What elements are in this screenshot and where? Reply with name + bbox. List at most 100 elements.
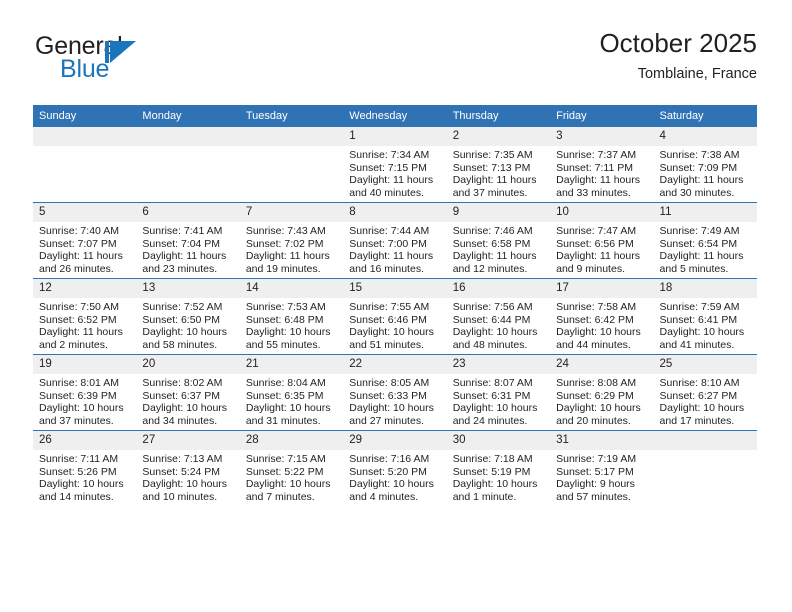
- day-sun-info: Sunrise: 7:11 AM Sunset: 5:26 PM Daylight:…: [33, 450, 136, 503]
- daylight-text-line1: Daylight: 10 hours: [245, 478, 331, 491]
- day-number: 30: [446, 431, 551, 450]
- daylight-text-line1: Daylight: 10 hours: [452, 326, 538, 339]
- title-block: October 2025 Tomblaine, France: [599, 28, 757, 84]
- daylight-text-line2: and 2 minutes.: [39, 338, 108, 351]
- calendar-week-row: 5 Sunrise: 7:40 AM Sunset: 7:07 PM Daylight…: [33, 202, 757, 279]
- sunset-text: Sunset: 6:46 PM: [349, 313, 427, 326]
- calendar-day-cell[interactable]: 12 Sunrise: 7:50 AM Sunset: 6:52 PM Dayligh…: [33, 278, 137, 355]
- calendar-header-row: Sunday Monday Tuesday Wednesday Thursday Frid…: [33, 105, 757, 127]
- sunset-text: Sunset: 5:26 PM: [39, 465, 117, 478]
- day-sun-info: Sunrise: 7:53 AM Sunset: 6:48 PM Daylight:…: [240, 298, 343, 351]
- day-sun-info: Sunrise: 7:56 AM Sunset: 6:44 PM Daylight:…: [447, 298, 550, 351]
- sunrise-text: Sunrise: 7:46 AM: [452, 225, 533, 237]
- sunset-text: Sunset: 6:35 PM: [245, 389, 324, 402]
- calendar-day-cell[interactable]: 9 Sunrise: 7:46 AM Sunset: 6:58 PM Daylight…: [446, 202, 551, 279]
- calendar-day-cell[interactable]: 8 Sunrise: 7:44 AM Sunset: 7:00 PM Daylight…: [343, 202, 447, 279]
- calendar-day-cell[interactable]: 11 Sunrise: 7:49 AM Sunset: 6:54 PM Dayligh…: [653, 202, 757, 279]
- day-number: 11: [653, 203, 757, 222]
- sunset-text: Sunset: 6:41 PM: [659, 313, 738, 326]
- calendar-day-cell[interactable]: 27 Sunrise: 7:13 AM Sunset: 5:24 PM Dayligh…: [136, 430, 240, 506]
- calendar-day-cell[interactable]: 28 Sunrise: 7:15 AM Sunset: 5:22 PM Dayligh…: [239, 430, 344, 506]
- calendar-day-cell[interactable]: 2 Sunrise: 7:35 AM Sunset: 7:13 PM Daylight…: [446, 127, 551, 203]
- daylight-text-line1: Daylight: 10 hours: [142, 478, 228, 491]
- daylight-text-line2: and 44 minutes.: [556, 338, 631, 351]
- daylight-text-line2: and 1 minute.: [452, 490, 517, 503]
- daylight-text-line2: and 5 minutes.: [659, 262, 729, 275]
- daylight-text-line1: Daylight: 10 hours: [245, 326, 331, 339]
- sunrise-text: Sunrise: 7:47 AM: [556, 225, 637, 237]
- sunset-text: Sunset: 6:52 PM: [39, 313, 117, 326]
- calendar-day-cell[interactable]: 1 Sunrise: 7:34 AM Sunset: 7:15 PM Daylight…: [343, 127, 447, 203]
- day-number: 24: [550, 355, 654, 374]
- sunrise-text: Sunrise: 8:02 AM: [142, 377, 223, 389]
- calendar-day-cell[interactable]: 10 Sunrise: 7:47 AM Sunset: 6:56 PM Dayligh…: [550, 202, 654, 279]
- calendar-day-cell[interactable]: 21 Sunrise: 8:04 AM Sunset: 6:35 PM Dayligh…: [239, 354, 344, 431]
- calendar-day-cell[interactable]: 19 Sunrise: 8:01 AM Sunset: 6:39 PM Dayligh…: [33, 354, 137, 431]
- weekday-header-friday: Friday: [550, 105, 654, 127]
- day-sun-info: Sunrise: 8:05 AM Sunset: 6:33 PM Daylight:…: [343, 374, 446, 427]
- calendar-day-cell[interactable]: 7 Sunrise: 7:43 AM Sunset: 7:02 PM Daylight…: [239, 202, 344, 279]
- daylight-text-line2: and 23 minutes.: [142, 262, 218, 275]
- weekday-header-monday: Monday: [136, 105, 240, 127]
- day-sun-info: Sunrise: 7:44 AM Sunset: 7:00 PM Daylight:…: [343, 222, 446, 275]
- day-sun-info: Sunrise: 7:16 AM Sunset: 5:20 PM Daylight:…: [343, 450, 446, 503]
- calendar-day-cell-empty: [653, 430, 757, 506]
- calendar-table: Sunday Monday Tuesday Wednesday Thursday Frid…: [33, 105, 757, 506]
- sunrise-text: Sunrise: 7:55 AM: [349, 301, 430, 313]
- daylight-text-line1: Daylight: 11 hours: [659, 250, 744, 263]
- daylight-text-line2: and 14 minutes.: [39, 490, 114, 503]
- calendar-day-cell-empty: [239, 127, 344, 203]
- calendar-day-cell[interactable]: 22 Sunrise: 8:05 AM Sunset: 6:33 PM Dayligh…: [343, 354, 447, 431]
- weekday-header-saturday: Saturday: [653, 105, 757, 127]
- daylight-text-line2: and 12 minutes.: [452, 262, 528, 275]
- daylight-text-line1: Daylight: 10 hours: [659, 326, 745, 339]
- daylight-text-line2: and 17 minutes.: [659, 414, 735, 427]
- day-sun-info: Sunrise: 7:35 AM Sunset: 7:13 PM Daylight:…: [447, 146, 550, 199]
- calendar-day-cell[interactable]: 3 Sunrise: 7:37 AM Sunset: 7:11 PM Daylight…: [550, 127, 654, 203]
- day-sun-info: Sunrise: 7:19 AM Sunset: 5:17 PM Daylight:…: [550, 450, 653, 503]
- sunrise-text: Sunrise: 7:49 AM: [659, 225, 740, 237]
- calendar-day-cell[interactable]: 18 Sunrise: 7:59 AM Sunset: 6:41 PM Dayligh…: [653, 278, 757, 355]
- daylight-text-line1: Daylight: 10 hours: [39, 402, 124, 415]
- calendar-day-cell[interactable]: 15 Sunrise: 7:55 AM Sunset: 6:46 PM Dayligh…: [343, 278, 447, 355]
- calendar-day-cell[interactable]: 29 Sunrise: 7:16 AM Sunset: 5:20 PM Dayligh…: [343, 430, 447, 506]
- sunset-text: Sunset: 6:54 PM: [659, 237, 738, 250]
- calendar-day-cell[interactable]: 20 Sunrise: 8:02 AM Sunset: 6:37 PM Dayligh…: [136, 354, 240, 431]
- calendar-day-cell[interactable]: 13 Sunrise: 7:52 AM Sunset: 6:50 PM Dayligh…: [136, 278, 240, 355]
- calendar-day-cell[interactable]: 5 Sunrise: 7:40 AM Sunset: 7:07 PM Daylight…: [33, 202, 137, 279]
- brand-logo[interactable]: General Blue: [33, 32, 243, 90]
- sunset-text: Sunset: 7:04 PM: [142, 237, 221, 250]
- calendar-day-cell[interactable]: 25 Sunrise: 8:10 AM Sunset: 6:27 PM Dayligh…: [653, 354, 757, 431]
- daylight-text-line1: Daylight: 10 hours: [142, 402, 228, 415]
- calendar-day-cell[interactable]: 24 Sunrise: 8:08 AM Sunset: 6:29 PM Dayligh…: [550, 354, 654, 431]
- sunset-text: Sunset: 5:24 PM: [142, 465, 221, 478]
- calendar-day-cell[interactable]: 31 Sunrise: 7:19 AM Sunset: 5:17 PM Dayligh…: [550, 430, 654, 506]
- day-sun-info: Sunrise: 8:02 AM Sunset: 6:37 PM Daylight:…: [136, 374, 239, 427]
- sunset-text: Sunset: 6:48 PM: [245, 313, 324, 326]
- sunrise-text: Sunrise: 7:11 AM: [39, 453, 119, 465]
- daylight-text-line2: and 30 minutes.: [659, 186, 735, 199]
- daylight-text-line1: Daylight: 10 hours: [556, 402, 641, 415]
- daylight-text-line2: and 7 minutes.: [245, 490, 315, 503]
- daylight-text-line2: and 40 minutes.: [349, 186, 424, 199]
- calendar-day-cell[interactable]: 26 Sunrise: 7:11 AM Sunset: 5:26 PM Dayligh…: [33, 430, 137, 506]
- sunrise-text: Sunrise: 7:18 AM: [452, 453, 533, 465]
- calendar-day-cell[interactable]: 30 Sunrise: 7:18 AM Sunset: 5:19 PM Dayligh…: [446, 430, 551, 506]
- daylight-text-line1: Daylight: 11 hours: [452, 174, 537, 187]
- calendar-day-cell[interactable]: 14 Sunrise: 7:53 AM Sunset: 6:48 PM Dayligh…: [239, 278, 344, 355]
- calendar-day-cell[interactable]: 16 Sunrise: 7:56 AM Sunset: 6:44 PM Dayligh…: [446, 278, 551, 355]
- daylight-text-line1: Daylight: 10 hours: [142, 326, 228, 339]
- sunrise-text: Sunrise: 8:08 AM: [556, 377, 637, 389]
- day-number: 16: [446, 279, 551, 298]
- sunset-text: Sunset: 6:37 PM: [142, 389, 221, 402]
- calendar-day-cell[interactable]: 23 Sunrise: 8:07 AM Sunset: 6:31 PM Dayligh…: [446, 354, 551, 431]
- sunrise-text: Sunrise: 7:19 AM: [556, 453, 637, 465]
- calendar-day-cell[interactable]: 4 Sunrise: 7:38 AM Sunset: 7:09 PM Daylight…: [653, 127, 757, 203]
- day-sun-info: Sunrise: 7:43 AM Sunset: 7:02 PM Daylight:…: [240, 222, 343, 275]
- day-sun-info: Sunrise: 7:55 AM Sunset: 6:46 PM Daylight:…: [343, 298, 446, 351]
- day-number: 15: [343, 279, 447, 298]
- calendar-day-cell[interactable]: 17 Sunrise: 7:58 AM Sunset: 6:42 PM Dayligh…: [550, 278, 654, 355]
- calendar-day-cell[interactable]: 6 Sunrise: 7:41 AM Sunset: 7:04 PM Daylight…: [136, 202, 240, 279]
- sunset-text: Sunset: 6:29 PM: [556, 389, 634, 402]
- sunset-text: Sunset: 5:19 PM: [452, 465, 531, 478]
